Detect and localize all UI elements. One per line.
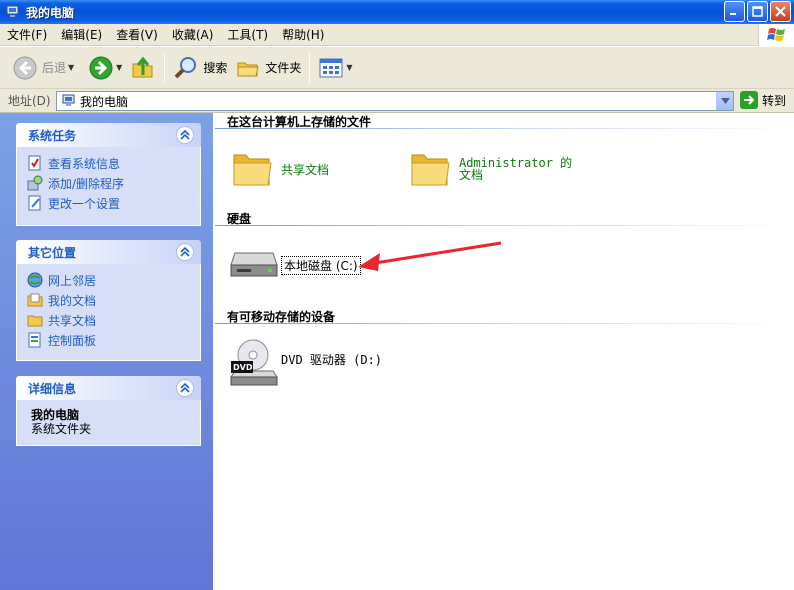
file-item-label: Administrator 的文档 [459,156,573,182]
link-control-panel[interactable]: 控制面板 [27,330,200,350]
chevron-up-icon [180,383,190,393]
address-input[interactable]: 我的电脑 [56,91,734,111]
address-label: 地址(D) [8,94,51,108]
local-disk-c[interactable]: 本地磁盘 (C:) [229,251,361,279]
maximize-button[interactable] [747,1,768,22]
chevron-down-icon[interactable]: ▼ [116,63,122,72]
search-icon [174,56,197,78]
toolbar: 后退 ▼ ▼ 搜索 文件夹 ▼ [0,47,794,89]
title-bar: 我的电脑 [0,0,794,24]
task-pane: 系统任务 查看系统信息 添加/删除程序 更改一个设置 其它位置 网上邻居 我的文… [0,113,213,590]
group-divider [215,128,794,129]
group-divider [215,225,794,226]
toolbar-separator [164,52,166,83]
address-value: 我的电脑 [80,94,129,109]
toolbar-separator [309,52,311,83]
back-arrow-icon [13,56,37,79]
collapse-button[interactable] [176,126,194,144]
forward-arrow-icon [89,56,113,79]
my-documents-icon [27,293,43,307]
go-label: 转到 [762,93,787,108]
close-button[interactable] [770,1,791,22]
folders-icon [237,62,259,76]
computer-icon [62,94,75,106]
dvd-drive-icon: DVD [230,339,278,386]
collapse-button[interactable] [176,243,194,261]
forward-button[interactable]: ▼ [84,50,126,86]
window-title: 我的电脑 [26,5,75,20]
hard-drive-icon [230,252,278,277]
close-icon [775,6,786,17]
link-view-system-info[interactable]: 查看系统信息 [27,153,200,173]
system-tasks-panel: 系统任务 查看系统信息 添加/删除程序 更改一个设置 [16,123,201,226]
up-folder-icon [132,56,153,77]
computer-icon [6,5,19,17]
shared-documents-folder[interactable]: 共享文档 [231,149,329,189]
annotation-arrow-icon [358,241,502,271]
go-button[interactable]: 转到 [740,91,786,109]
panel-title: 其它位置 [28,245,77,260]
views-icon [319,58,343,77]
menu-favorites[interactable]: 收藏(A) [165,24,221,46]
address-dropdown-button[interactable] [716,92,733,110]
svg-text:DVD: DVD [233,363,253,372]
details-item-type: 系统文件夹 [31,422,92,436]
menu-edit[interactable]: 编辑(E) [54,24,109,46]
search-button[interactable]: 搜索 [169,50,231,86]
link-change-setting[interactable]: 更改一个设置 [27,193,200,213]
change-setting-icon [28,195,41,211]
menu-bar: 文件(F) 编辑(E) 查看(V) 收藏(A) 工具(T) 帮助(H) [0,24,794,46]
chevron-down-icon[interactable]: ▼ [346,63,352,72]
search-label: 搜索 [203,61,228,75]
address-bar: 地址(D) 我的电脑 转到 [0,89,794,113]
chevron-down-icon [720,98,730,104]
file-item-label: DVD 驱动器 (D:) [281,352,383,367]
go-arrow-icon [740,91,758,109]
file-view: 在这台计算机上存储的文件 共享文档 Administrator 的文档 硬盘 本… [213,113,794,590]
link-add-remove-programs[interactable]: 添加/删除程序 [27,173,200,193]
up-folder-button[interactable] [126,50,160,86]
panel-title: 系统任务 [28,128,77,143]
control-panel-icon [28,332,41,348]
folders-label: 文件夹 [265,61,302,75]
dvd-drive-d[interactable]: DVD DVD 驱动器 (D:) [229,339,382,387]
folder-icon [233,154,272,186]
panel-title: 详细信息 [28,381,77,396]
menu-view[interactable]: 查看(V) [109,24,165,46]
menu-help[interactable]: 帮助(H) [275,24,331,46]
link-shared-documents[interactable]: 共享文档 [27,310,200,330]
maximize-icon [752,6,763,17]
back-button[interactable]: 后退 ▼ [8,50,78,86]
group-divider [215,323,794,324]
shared-folder-icon [27,315,43,327]
minimize-icon [730,13,736,15]
other-places-panel: 其它位置 网上邻居 我的文档 共享文档 控制面板 [16,240,201,361]
other-places-header[interactable]: 其它位置 [16,240,201,264]
details-panel: 详细信息 我的电脑 系统文件夹 [16,376,201,446]
add-remove-programs-icon [27,175,43,191]
system-info-icon [28,155,41,171]
menu-tools[interactable]: 工具(T) [220,24,275,46]
menu-file[interactable]: 文件(F) [0,24,54,46]
file-item-label: 共享文档 [281,162,330,177]
link-network-places[interactable]: 网上邻居 [27,270,200,290]
folder-icon [411,154,450,186]
network-icon [27,272,43,288]
back-label: 后退 [42,61,67,75]
views-button[interactable]: ▼ [314,50,356,86]
windows-logo-icon [758,24,794,46]
link-my-documents[interactable]: 我的文档 [27,290,200,310]
chevron-down-icon[interactable]: ▼ [68,63,74,72]
details-item-name: 我的电脑 [31,408,80,422]
administrator-documents-folder[interactable]: Administrator 的文档 [409,149,579,189]
system-tasks-header[interactable]: 系统任务 [16,123,201,147]
details-header[interactable]: 详细信息 [16,376,201,400]
chevron-up-icon [180,130,190,140]
minimize-button[interactable] [724,1,745,22]
folders-button[interactable]: 文件夹 [231,50,305,86]
collapse-button[interactable] [176,379,194,397]
file-item-label: 本地磁盘 (C:) [281,255,361,275]
chevron-up-icon [180,247,190,257]
